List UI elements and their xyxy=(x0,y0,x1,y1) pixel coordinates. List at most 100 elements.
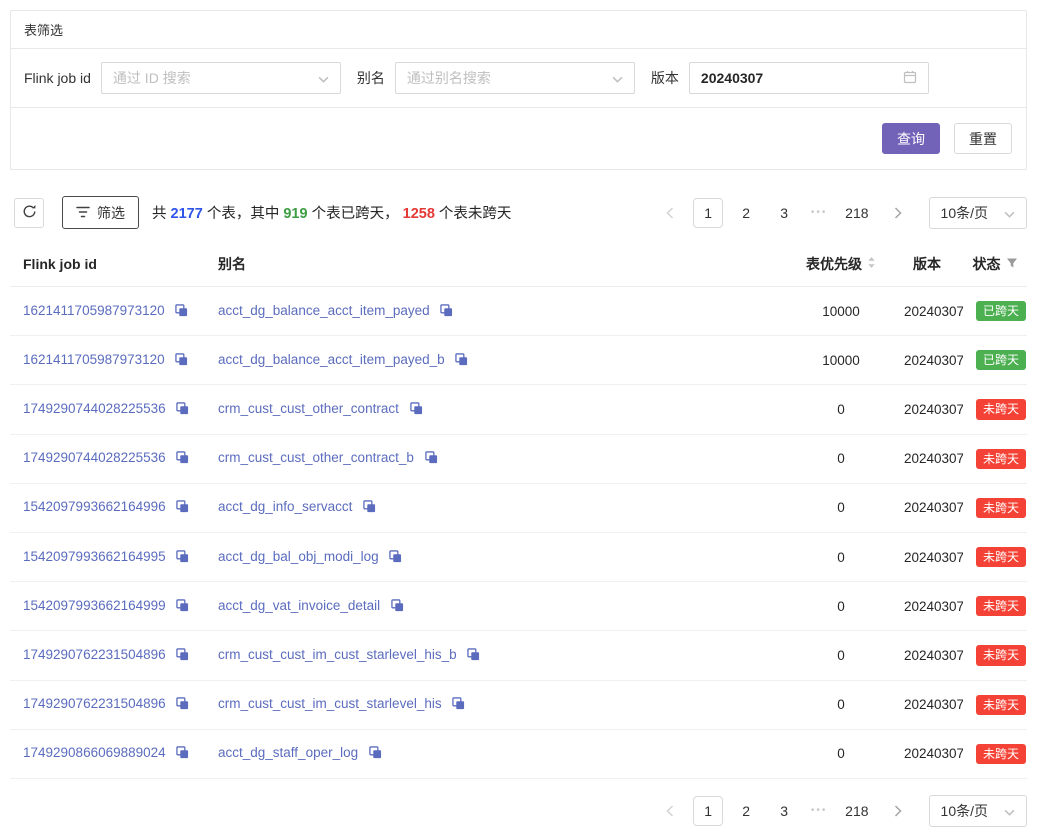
version-date-input[interactable]: 20240307 xyxy=(689,62,929,94)
job-id-link[interactable]: 1749290866069889024 xyxy=(23,745,166,760)
copy-icon[interactable] xyxy=(176,500,189,516)
page-button-2[interactable]: 2 xyxy=(731,198,761,228)
alias-cell: acct_dg_info_servacct xyxy=(205,483,791,532)
page-button-1[interactable]: 1 xyxy=(693,796,723,826)
job-id-link[interactable]: 1542097993662164995 xyxy=(23,549,166,564)
page-button-2[interactable]: 2 xyxy=(731,796,761,826)
alias-link[interactable]: acct_dg_staff_oper_log xyxy=(218,745,358,760)
results-table: Flink job id 别名 表优先级 版本 状态 xyxy=(10,242,1027,779)
job-id-link[interactable]: 1621411705987973120 xyxy=(23,352,165,367)
status-badge: 未跨天 xyxy=(976,547,1026,567)
alias-link[interactable]: acct_dg_bal_obj_modi_log xyxy=(218,549,379,564)
alias-cell: crm_cust_cust_other_contract xyxy=(205,385,791,434)
query-button[interactable]: 查询 xyxy=(882,123,940,154)
copy-icon[interactable] xyxy=(363,500,376,516)
status-cell: 未跨天 xyxy=(963,680,1027,729)
table-body: 1621411705987973120 acct_dg_balance_acct… xyxy=(10,287,1027,779)
table-row: 1621411705987973120 acct_dg_balance_acct… xyxy=(10,287,1027,336)
copy-icon[interactable] xyxy=(410,402,423,418)
alias-link[interactable]: acct_dg_vat_invoice_detail xyxy=(218,598,380,613)
alias-cell: crm_cust_cust_im_cust_starlevel_his xyxy=(205,680,791,729)
job-id-link[interactable]: 1749290762231504896 xyxy=(23,696,166,711)
copy-icon[interactable] xyxy=(175,353,188,369)
table-row: 1749290762231504896 crm_cust_cust_im_cus… xyxy=(10,631,1027,680)
job-id-cell: 1749290866069889024 xyxy=(10,729,205,778)
status-cell: 未跨天 xyxy=(963,434,1027,483)
copy-icon[interactable] xyxy=(369,746,382,762)
copy-icon[interactable] xyxy=(425,451,438,467)
alias-link[interactable]: crm_cust_cust_other_contract_b xyxy=(218,450,414,465)
alias-link[interactable]: crm_cust_cust_other_contract xyxy=(218,401,399,416)
prev-page-button[interactable] xyxy=(655,198,685,228)
table-row: 1749290762231504896 crm_cust_cust_im_cus… xyxy=(10,680,1027,729)
column-header-priority[interactable]: 表优先级 xyxy=(791,242,891,287)
reset-button[interactable]: 重置 xyxy=(954,123,1012,154)
table-row: 1749290744028225536 crm_cust_cust_other_… xyxy=(10,434,1027,483)
table-summary: 共 2177 个表，其中 919 个表已跨天， 1258 个表未跨天 xyxy=(152,202,511,223)
copy-icon[interactable] xyxy=(176,402,189,418)
page-button-3[interactable]: 3 xyxy=(769,198,799,228)
alias-select[interactable]: 通过别名搜索 xyxy=(395,62,635,94)
page-button-3[interactable]: 3 xyxy=(769,796,799,826)
pagination-ellipsis[interactable]: ••• xyxy=(807,805,831,816)
pagination-ellipsis[interactable]: ••• xyxy=(807,207,831,218)
chevron-down-icon xyxy=(1004,205,1015,221)
sort-icon[interactable] xyxy=(867,256,876,272)
table-row: 1749290744028225536 crm_cust_cust_other_… xyxy=(10,385,1027,434)
copy-icon[interactable] xyxy=(440,304,453,320)
alias-link[interactable]: acct_dg_info_servacct xyxy=(218,499,352,514)
copy-icon[interactable] xyxy=(176,648,189,664)
page-size-select[interactable]: 10条/页 xyxy=(929,795,1027,827)
funnel-filter-icon[interactable] xyxy=(1006,256,1018,272)
refresh-button[interactable] xyxy=(14,198,44,228)
alias-link[interactable]: crm_cust_cust_im_cust_starlevel_his_b xyxy=(218,647,457,662)
prev-page-button[interactable] xyxy=(655,796,685,826)
next-page-button[interactable] xyxy=(883,796,913,826)
page-button-last[interactable]: 218 xyxy=(839,796,874,826)
status-cell: 未跨天 xyxy=(963,532,1027,581)
copy-icon[interactable] xyxy=(467,648,480,664)
job-id-link[interactable]: 1621411705987973120 xyxy=(23,303,165,318)
priority-cell: 0 xyxy=(791,729,891,778)
page-button-last[interactable]: 218 xyxy=(839,198,874,228)
filter-button[interactable]: 筛选 xyxy=(62,196,139,229)
job-id-cell: 1749290762231504896 xyxy=(10,680,205,729)
alias-cell: acct_dg_balance_acct_item_payed_b xyxy=(205,336,791,385)
calendar-icon xyxy=(903,70,917,87)
copy-icon[interactable] xyxy=(176,746,189,762)
job-id-link[interactable]: 1542097993662164999 xyxy=(23,598,166,613)
copy-icon[interactable] xyxy=(176,599,189,615)
copy-icon[interactable] xyxy=(452,697,465,713)
copy-icon[interactable] xyxy=(389,550,402,566)
next-page-button[interactable] xyxy=(883,198,913,228)
status-cell: 未跨天 xyxy=(963,729,1027,778)
status-cell: 未跨天 xyxy=(963,483,1027,532)
job-id-cell: 1749290762231504896 xyxy=(10,631,205,680)
alias-link[interactable]: acct_dg_balance_acct_item_payed xyxy=(218,303,430,318)
page-size-select[interactable]: 10条/页 xyxy=(929,197,1027,229)
copy-icon[interactable] xyxy=(176,451,189,467)
page-button-1[interactable]: 1 xyxy=(693,198,723,228)
version-cell: 20240307 xyxy=(891,385,963,434)
copy-icon[interactable] xyxy=(175,304,188,320)
filter-card: 表筛选 Flink job id 通过 ID 搜索 别名 通过别名搜索 xyxy=(10,10,1027,170)
status-badge: 未跨天 xyxy=(976,744,1026,764)
alias-cell: crm_cust_cust_im_cust_starlevel_his_b xyxy=(205,631,791,680)
flink-job-id-select[interactable]: 通过 ID 搜索 xyxy=(101,62,341,94)
job-id-link[interactable]: 1542097993662164996 xyxy=(23,499,166,514)
alias-link[interactable]: crm_cust_cust_im_cust_starlevel_his xyxy=(218,696,442,711)
filter-button-label: 筛选 xyxy=(97,203,125,223)
copy-icon[interactable] xyxy=(176,550,189,566)
copy-icon[interactable] xyxy=(176,697,189,713)
alias-link[interactable]: acct_dg_balance_acct_item_payed_b xyxy=(218,352,445,367)
copy-icon[interactable] xyxy=(391,599,404,615)
column-header-status[interactable]: 状态 xyxy=(963,242,1027,287)
copy-icon[interactable] xyxy=(455,353,468,369)
priority-cell: 0 xyxy=(791,434,891,483)
job-id-link[interactable]: 1749290744028225536 xyxy=(23,450,166,465)
job-id-link[interactable]: 1749290744028225536 xyxy=(23,401,166,416)
alias-cell: acct_dg_staff_oper_log xyxy=(205,729,791,778)
priority-cell: 0 xyxy=(791,483,891,532)
job-id-link[interactable]: 1749290762231504896 xyxy=(23,647,166,662)
status-cell: 未跨天 xyxy=(963,385,1027,434)
